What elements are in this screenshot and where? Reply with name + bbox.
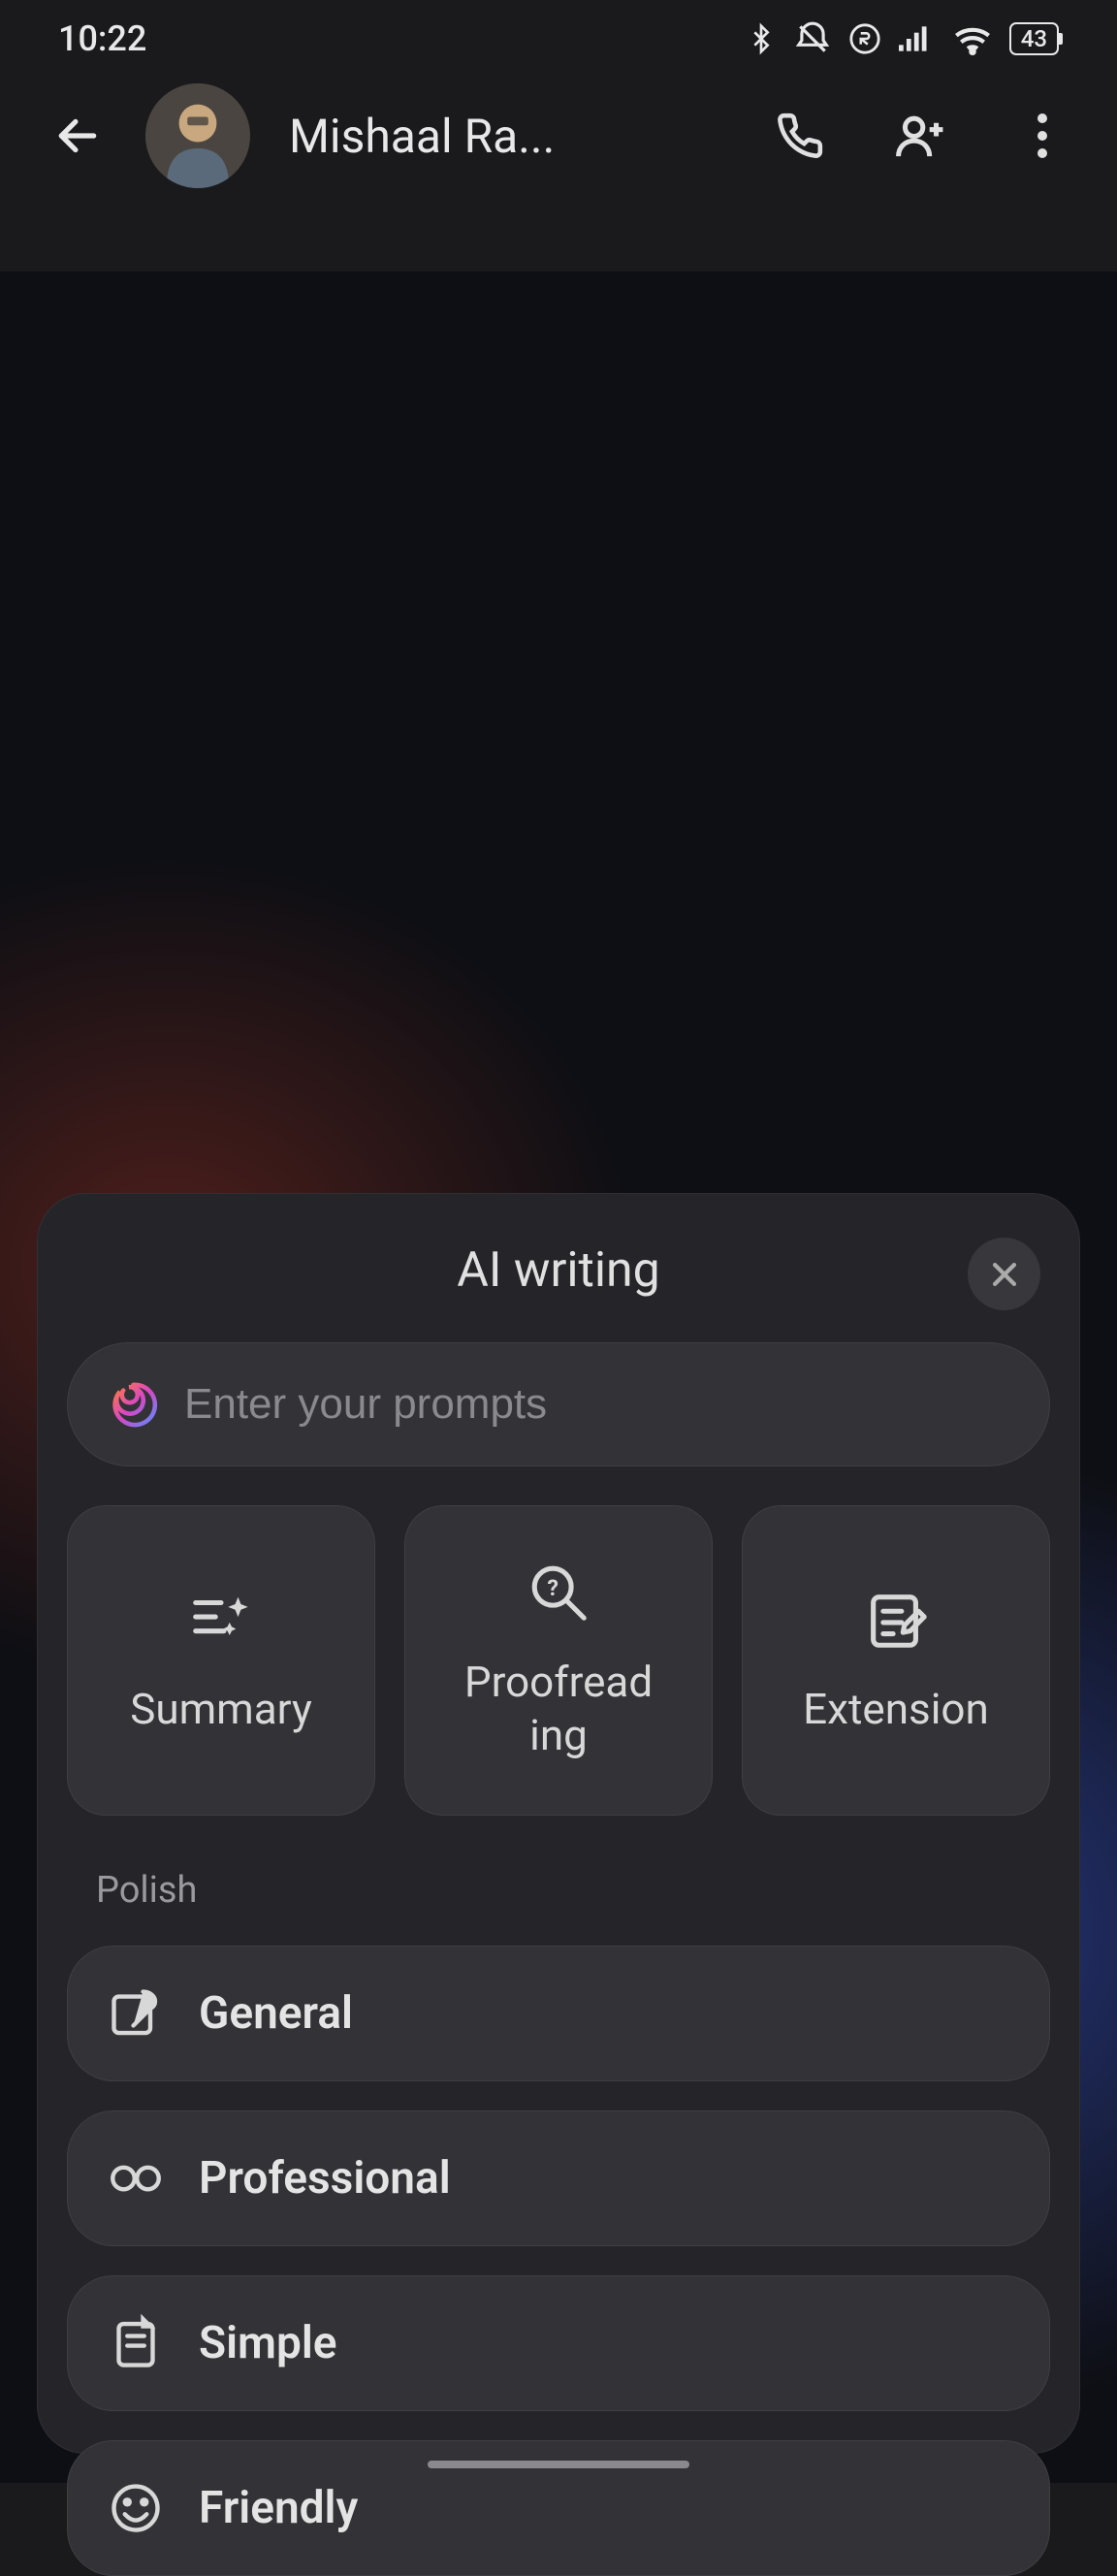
- call-button[interactable]: [773, 110, 826, 163]
- summary-icon: [187, 1586, 255, 1654]
- bluetooth-icon: [746, 20, 777, 57]
- action-summary[interactable]: Summary: [67, 1505, 375, 1816]
- chat-header: Mishaal Ra...: [0, 78, 1117, 194]
- professional-icon: [107, 2149, 165, 2207]
- battery-icon: 43: [1009, 22, 1059, 55]
- polish-general[interactable]: General: [67, 1946, 1050, 2081]
- add-person-button[interactable]: [894, 110, 947, 163]
- action-proofreading[interactable]: ? Proofread ing: [404, 1505, 713, 1816]
- action-label: Summary: [120, 1683, 322, 1736]
- status-time: 10:22: [58, 18, 146, 59]
- status-indicators: 43: [746, 20, 1059, 57]
- svg-text:?: ?: [547, 1574, 558, 1601]
- ai-panel-title: AI writing: [457, 1242, 660, 1299]
- action-extension[interactable]: Extension: [742, 1505, 1050, 1816]
- polish-simple[interactable]: Simple: [67, 2275, 1050, 2411]
- wifi-icon: [953, 22, 992, 55]
- ai-writing-panel: AI writing: [37, 1193, 1080, 2454]
- registered-icon: [848, 22, 881, 55]
- action-label: Proofread ing: [455, 1656, 662, 1762]
- friendly-icon: [107, 2479, 165, 2537]
- polish-label: Simple: [199, 2317, 337, 2369]
- general-icon: [107, 1984, 165, 2043]
- more-options-button[interactable]: [1015, 110, 1069, 163]
- ai-swirl-icon: [107, 1378, 160, 1432]
- polish-label: General: [199, 1987, 353, 2040]
- home-indicator[interactable]: [428, 2461, 689, 2468]
- signal-icon: [899, 22, 936, 55]
- proofread-icon: ?: [525, 1559, 592, 1626]
- prompt-input-container[interactable]: [67, 1342, 1050, 1466]
- action-label: Extension: [793, 1683, 999, 1736]
- contact-name[interactable]: Mishaal Ra...: [289, 109, 734, 164]
- close-button[interactable]: [968, 1238, 1040, 1310]
- chat-area: AI writing: [0, 272, 1117, 2483]
- back-button[interactable]: [48, 107, 107, 165]
- polish-professional[interactable]: Professional: [67, 2110, 1050, 2246]
- mute-icon: [794, 20, 831, 57]
- extension-icon: [862, 1586, 930, 1654]
- polish-label: Friendly: [199, 2482, 358, 2534]
- status-bar: 10:22 43: [0, 0, 1117, 78]
- polish-section-label: Polish: [67, 1869, 1050, 1912]
- simple-icon: [107, 2314, 165, 2372]
- prompt-input[interactable]: [184, 1380, 1010, 1429]
- polish-label: Professional: [199, 2152, 451, 2205]
- avatar[interactable]: [145, 83, 250, 188]
